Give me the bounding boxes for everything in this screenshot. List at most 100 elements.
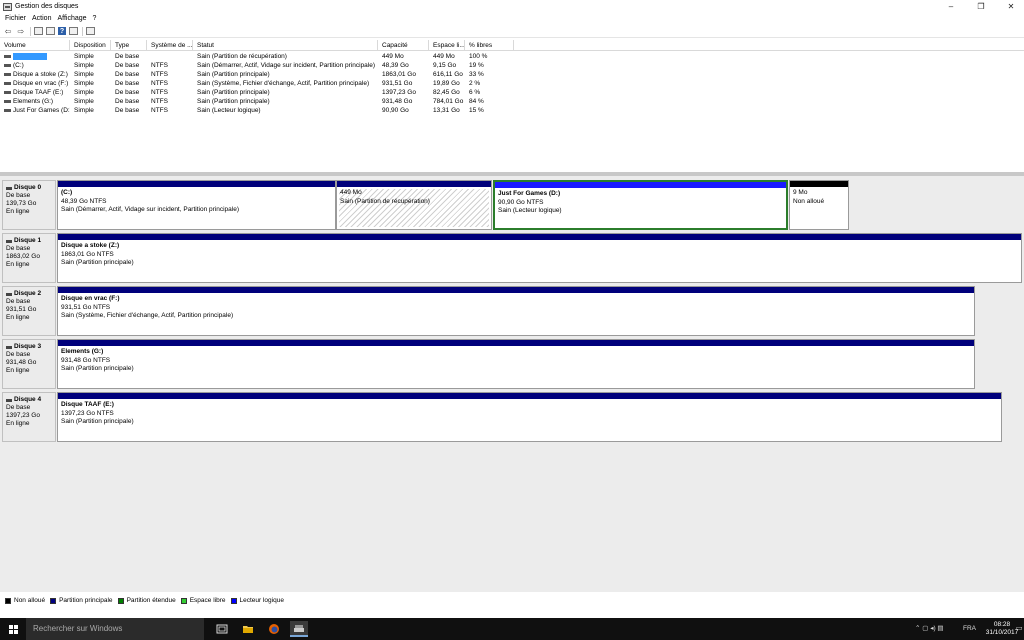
table-cell-status: Sain (Partition principale) — [197, 71, 270, 78]
disk-size: 1863,02 Go — [6, 253, 40, 260]
partition-status: Non alloué — [793, 197, 825, 205]
disk-label-0[interactable]: Disque 0 De base 139,73 Go En ligne — [2, 180, 56, 230]
grid-view-icon[interactable] — [69, 27, 78, 35]
list-view-icon[interactable] — [34, 27, 43, 35]
partition-status: Sain (Démarrer, Actif, Vidage sur incide… — [61, 206, 239, 213]
table-cell-disposition: Simple — [74, 98, 94, 105]
volume-name-cell: (C:) — [0, 61, 70, 70]
close-button[interactable]: ✕ — [996, 0, 1024, 13]
volume-name: Disque TAAF (E:) — [13, 89, 64, 96]
column-header-disposition[interactable]: Disposition — [70, 40, 111, 51]
partition-logical[interactable]: Just For Games (D:) 90,90 Go NTFS Sain (Le… — [493, 180, 788, 230]
table-cell-free: 449 Mo — [433, 53, 455, 60]
minimize-button[interactable]: – — [936, 0, 966, 13]
table-cell-status: Sain (Lecteur logique) — [197, 107, 261, 114]
table-row[interactable]: (C:) Simple De base NTFS Sain (Démarrer, Act… — [0, 61, 1024, 70]
partition-primary[interactable]: (C:) 48,39 Go NTFS Sain (Démarrer, Actif, … — [57, 180, 336, 230]
forward-arrow-icon[interactable]: ⇨ — [16, 26, 26, 36]
properties-icon[interactable] — [46, 27, 55, 35]
title-bar: Gestion des disques — [0, 0, 1024, 13]
disk-name: Disque 0 — [6, 184, 52, 192]
volume-icon — [4, 63, 11, 67]
language-indicator[interactable]: FRA — [963, 618, 976, 640]
disk-label-2[interactable]: Disque 2 De base 931,51 Go En ligne — [2, 286, 56, 336]
menu-fichier[interactable]: Fichier — [5, 15, 26, 22]
disk-type: De base — [6, 245, 31, 252]
column-header-free-space[interactable]: Espace li... — [429, 40, 465, 51]
column-header-capacity[interactable]: Capacité — [378, 40, 429, 51]
disk-label-3[interactable]: Disque 3 De base 931,48 Go En ligne — [2, 339, 56, 389]
legend-label: Partition étendue — [126, 597, 176, 604]
disk-label-1[interactable]: Disque 1 De base 1863,02 Go En ligne — [2, 233, 56, 283]
partition-status: Sain (Partition de récupération) — [340, 197, 430, 205]
partition-recovery[interactable]: 449 Mo Sain (Partition de récupération) — [336, 180, 492, 230]
table-row[interactable]: Disque TAAF (E:) Simple De base NTFS Sain (P… — [0, 88, 1024, 97]
table-cell-capacity: 931,51 Go — [382, 80, 413, 87]
taskbar-search-box[interactable]: Rechercher sur Windows — [26, 618, 204, 640]
partition-info: 9 Mo Non alloué — [793, 189, 846, 206]
volume-icon — [4, 90, 11, 94]
column-header-percent-free[interactable]: % libres — [465, 40, 514, 51]
panel-icon[interactable] — [86, 27, 95, 35]
menu-help[interactable]: ? — [93, 15, 97, 22]
back-arrow-icon[interactable]: ⇦ — [3, 26, 13, 36]
help-icon[interactable]: ? — [58, 27, 66, 35]
partition-info: Disque en vrac (F:) 931,51 Go NTFS Sain (S… — [61, 295, 972, 321]
disk-management-icon[interactable] — [290, 621, 308, 637]
table-cell-fs: NTFS — [151, 98, 168, 105]
partition-primary[interactable]: Elements (G:) 931,48 Go NTFS Sain (Partiti… — [57, 339, 975, 389]
maximize-button[interactable]: ❐ — [966, 0, 996, 13]
volume-icon — [4, 81, 11, 85]
table-row[interactable]: Elements (G:) Simple De base NTFS Sain (Part… — [0, 97, 1024, 106]
table-row[interactable]: Disque a stoke (Z:) Simple De base NTFS Sain… — [0, 70, 1024, 79]
partition-size: 449 Mo — [340, 189, 362, 196]
partition-status: Sain (Partition principale) — [61, 365, 134, 372]
legend-swatch — [230, 597, 237, 604]
partition-primary[interactable]: Disque a stoke (Z:) 1863,01 Go NTFS Sain (… — [57, 233, 1022, 283]
partition-primary[interactable]: Disque TAAF (E:) 1397,23 Go NTFS Sain (Par… — [57, 392, 1002, 442]
partition-label: Disque TAAF (E:) — [61, 401, 114, 408]
legend-swatch — [117, 597, 124, 604]
column-header-status[interactable]: Statut — [193, 40, 378, 51]
table-cell-pct: 19 % — [469, 62, 484, 69]
partition-unallocated[interactable]: 9 Mo Non alloué — [789, 180, 849, 230]
task-view-icon[interactable] — [213, 621, 231, 637]
partition-type-band — [58, 234, 1021, 240]
table-cell-pct: 6 % — [469, 89, 481, 96]
partition-size: 931,48 Go NTFS — [61, 356, 111, 364]
column-header-filesystem[interactable]: Système de ... — [147, 40, 193, 51]
partition-primary[interactable]: Disque en vrac (F:) 931,51 Go NTFS Sain (S… — [57, 286, 975, 336]
table-cell-type: De base — [115, 89, 140, 96]
volume-icon — [4, 54, 11, 58]
legend-label: Non alloué — [14, 597, 46, 604]
partition-size: 48,39 Go NTFS — [61, 197, 107, 205]
table-row[interactable]: Just For Games (D:) Simple De base NTFS Sain… — [0, 106, 1024, 115]
partition-type-band — [495, 182, 786, 188]
column-header-volume[interactable]: Volume — [0, 40, 70, 51]
table-row[interactable]: Simple De base Sain (Partition de récupéra… — [0, 52, 1024, 61]
table-cell-type: De base — [115, 53, 140, 60]
table-cell-fs: NTFS — [151, 62, 168, 69]
disk-size: 139,73 Go — [6, 200, 37, 207]
volume-name-cell: Disque TAAF (E:) — [0, 88, 70, 97]
volume-icon — [4, 99, 11, 103]
table-cell-type: De base — [115, 62, 140, 69]
legend-label: Lecteur logique — [239, 597, 284, 604]
menu-action[interactable]: Action — [32, 15, 51, 22]
notification-icon[interactable]: ▭ — [1016, 618, 1023, 640]
partition-size: 1863,01 Go NTFS — [61, 250, 114, 258]
firefox-icon[interactable] — [265, 621, 283, 637]
toolbar-separator — [82, 26, 83, 36]
table-cell-type: De base — [115, 71, 140, 78]
start-button[interactable] — [0, 618, 26, 640]
table-row[interactable]: Disque en vrac (F:) Simple De base NTFS Sain… — [0, 79, 1024, 88]
system-tray-icons[interactable]: ⌃ ▢ ◂) ▤ — [915, 618, 944, 640]
disk-label-4[interactable]: Disque 4 De base 1397,23 Go En ligne — [2, 392, 56, 442]
volume-list: Volume Disposition Type Système de ... S… — [0, 40, 1024, 170]
column-header-type[interactable]: Type — [111, 40, 147, 51]
menu-bar: Fichier Action Affichage ? — [0, 13, 1024, 24]
table-cell-fs: NTFS — [151, 80, 168, 87]
partition-info: Elements (G:) 931,48 Go NTFS Sain (Partiti… — [61, 348, 972, 374]
menu-affichage[interactable]: Affichage — [57, 15, 86, 22]
file-explorer-icon[interactable] — [239, 621, 257, 637]
